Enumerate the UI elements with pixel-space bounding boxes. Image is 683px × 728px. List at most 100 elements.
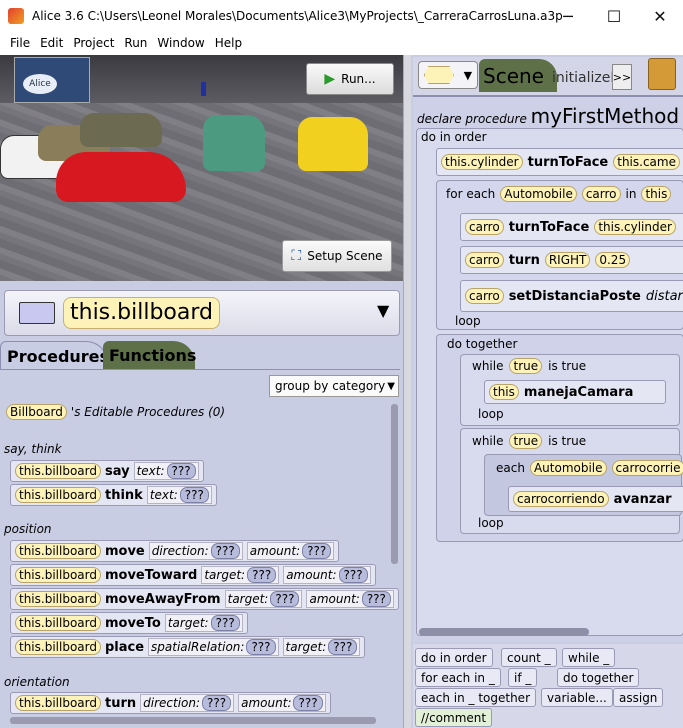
menu-project[interactable]: Project bbox=[73, 36, 114, 50]
palette-do-together[interactable]: do together bbox=[557, 668, 640, 687]
billboard-type-chip[interactable]: Billboard bbox=[6, 404, 67, 420]
while-loop-label: loop bbox=[478, 516, 504, 530]
menu-window[interactable]: Window bbox=[157, 36, 204, 50]
param-value[interactable]: ??? bbox=[179, 487, 209, 503]
proc-move[interactable]: this.billboard move direction:??? amount… bbox=[10, 540, 340, 562]
stmt-name: avanzar bbox=[613, 491, 672, 507]
proc-param: target:??? bbox=[224, 590, 303, 608]
instance-selector[interactable]: this.billboard ▼ bbox=[4, 290, 400, 336]
setup-scene-button[interactable]: ⛶ Setup Scene bbox=[282, 240, 392, 272]
stmt-avanzar[interactable]: carrocorriendo avanzar bbox=[508, 486, 683, 512]
stmt-target-chip[interactable]: carro bbox=[465, 288, 504, 304]
tab-functions[interactable]: Functions bbox=[103, 341, 196, 369]
stmt-arg-chip[interactable]: this.came bbox=[613, 154, 680, 170]
param-value[interactable]: ??? bbox=[270, 591, 300, 607]
for-each-collection-chip[interactable]: this bbox=[641, 186, 672, 202]
proc-param: target:??? bbox=[164, 614, 243, 632]
proc-target-chip: this.billboard bbox=[15, 639, 101, 655]
proc-name: moveTo bbox=[104, 615, 161, 631]
each-keyword: each bbox=[496, 461, 525, 475]
stmt-direction-chip[interactable]: RIGHT bbox=[544, 252, 591, 268]
palette-if[interactable]: if _ bbox=[508, 668, 538, 687]
group-by-select[interactable]: group by category ▼ bbox=[269, 375, 399, 397]
menu-run[interactable]: Run bbox=[124, 36, 147, 50]
procedures-vertical-scrollbar[interactable] bbox=[391, 404, 398, 564]
param-label: amount: bbox=[249, 544, 301, 558]
param-value[interactable]: ??? bbox=[302, 543, 332, 559]
menu-edit[interactable]: Edit bbox=[40, 36, 63, 50]
menu-file[interactable]: File bbox=[10, 36, 30, 50]
param-value[interactable]: ??? bbox=[361, 591, 391, 607]
maximize-button[interactable]: ☐ bbox=[591, 0, 637, 32]
tab-initialize-event-listeners[interactable]: initializeE bbox=[552, 64, 612, 92]
param-value[interactable]: ??? bbox=[247, 567, 277, 583]
stmt-target-chip[interactable]: carro bbox=[465, 252, 504, 268]
stmt-turn-to-face[interactable]: this.cylinder turnToFace this.came bbox=[436, 148, 683, 176]
proc-param: amount:??? bbox=[246, 542, 335, 560]
minimize-button[interactable]: ─ bbox=[545, 0, 591, 32]
clipboard-icon[interactable] bbox=[648, 58, 676, 90]
stmt-param-label: distar bbox=[645, 288, 683, 304]
tab-procedures[interactable]: Procedures bbox=[0, 341, 109, 370]
proc-name: place bbox=[104, 639, 145, 655]
stmt-target-chip[interactable]: carro bbox=[465, 219, 504, 235]
for-each-var-chip[interactable]: carro bbox=[581, 186, 621, 202]
while-header: while true is true bbox=[472, 358, 586, 374]
procedures-horizontal-scrollbar[interactable] bbox=[10, 717, 376, 724]
run-button[interactable]: ▶ Run... bbox=[306, 63, 394, 95]
proc-say[interactable]: this.billboard say text:??? bbox=[10, 460, 204, 482]
stmt-name: manejaCamara bbox=[523, 384, 634, 400]
stmt-maneja-camara[interactable]: this manejaCamara bbox=[484, 380, 666, 404]
proc-move-toward[interactable]: this.billboard moveToward target:??? amo… bbox=[10, 564, 376, 586]
tab-scene[interactable]: Scene bbox=[479, 59, 557, 92]
editor-horizontal-scrollbar[interactable] bbox=[419, 628, 589, 636]
more-tabs-button[interactable]: >> bbox=[612, 64, 632, 90]
proc-name: moveToward bbox=[104, 567, 198, 583]
stmt-carro-turn-to-face[interactable]: carro turnToFace this.cylinder bbox=[460, 213, 683, 241]
palette-variable[interactable]: variable... bbox=[541, 688, 613, 707]
proc-turn[interactable]: this.billboard turn direction:??? amount… bbox=[10, 692, 331, 714]
close-button[interactable]: ✕ bbox=[637, 0, 683, 32]
param-value[interactable]: ??? bbox=[210, 543, 240, 559]
while-keyword: while bbox=[472, 434, 504, 448]
stmt-carro-turn[interactable]: carro turn RIGHT 0.25 bbox=[460, 246, 683, 274]
palette-for-each-in[interactable]: for each in _ bbox=[415, 668, 501, 687]
stmt-target-chip[interactable]: this bbox=[489, 384, 519, 400]
menu-help[interactable]: Help bbox=[215, 36, 242, 50]
proc-name: turn bbox=[104, 695, 137, 711]
do-in-order-label: do in order bbox=[421, 130, 487, 144]
while-condition-chip[interactable]: true bbox=[509, 358, 543, 374]
palette-while[interactable]: while _ bbox=[562, 648, 616, 667]
stmt-carro-set-distancia[interactable]: carro setDistanciaPoste distar bbox=[460, 280, 683, 312]
proc-place[interactable]: this.billboard place spatialRelation:???… bbox=[10, 636, 366, 658]
palette-assign[interactable]: assign bbox=[613, 688, 664, 707]
proc-name: moveAwayFrom bbox=[104, 591, 221, 607]
param-value[interactable]: ??? bbox=[338, 567, 368, 583]
proc-move-away-from[interactable]: this.billboard moveAwayFrom target:??? a… bbox=[10, 588, 399, 610]
param-value[interactable]: ??? bbox=[166, 463, 196, 479]
param-value[interactable]: ??? bbox=[328, 639, 358, 655]
stmt-amount-chip[interactable]: 0.25 bbox=[595, 252, 631, 268]
each-var-chip[interactable]: carrocorrie bbox=[611, 460, 683, 476]
palette-count[interactable]: count _ bbox=[501, 648, 557, 667]
stmt-arg-chip[interactable]: this.cylinder bbox=[594, 219, 676, 235]
palette-comment[interactable]: //comment bbox=[415, 708, 493, 727]
palette-each-in-together[interactable]: each in _ together bbox=[415, 688, 536, 707]
category-orientation: orientation bbox=[4, 675, 70, 689]
proc-move-to[interactable]: this.billboard moveTo target:??? bbox=[10, 612, 248, 634]
param-value[interactable]: ??? bbox=[210, 615, 240, 631]
each-type-chip[interactable]: Automobile bbox=[529, 460, 607, 476]
param-value[interactable]: ??? bbox=[246, 639, 276, 655]
while-condition-chip[interactable]: true bbox=[509, 433, 543, 449]
palette-do-in-order[interactable]: do in order bbox=[415, 648, 493, 667]
chevron-down-icon: ▼ bbox=[387, 380, 395, 392]
proc-think[interactable]: this.billboard think text:??? bbox=[10, 484, 217, 506]
type-selector[interactable]: ▼ bbox=[418, 61, 478, 89]
green-car-model bbox=[203, 115, 265, 171]
param-value[interactable]: ??? bbox=[293, 695, 323, 711]
dropdown-arrow-icon[interactable]: ▼ bbox=[377, 301, 389, 320]
stmt-target-chip[interactable]: carrocorriendo bbox=[513, 491, 609, 507]
stmt-target-chip[interactable]: this.cylinder bbox=[441, 154, 523, 170]
param-value[interactable]: ??? bbox=[202, 695, 232, 711]
for-each-type-chip[interactable]: Automobile bbox=[500, 186, 577, 202]
